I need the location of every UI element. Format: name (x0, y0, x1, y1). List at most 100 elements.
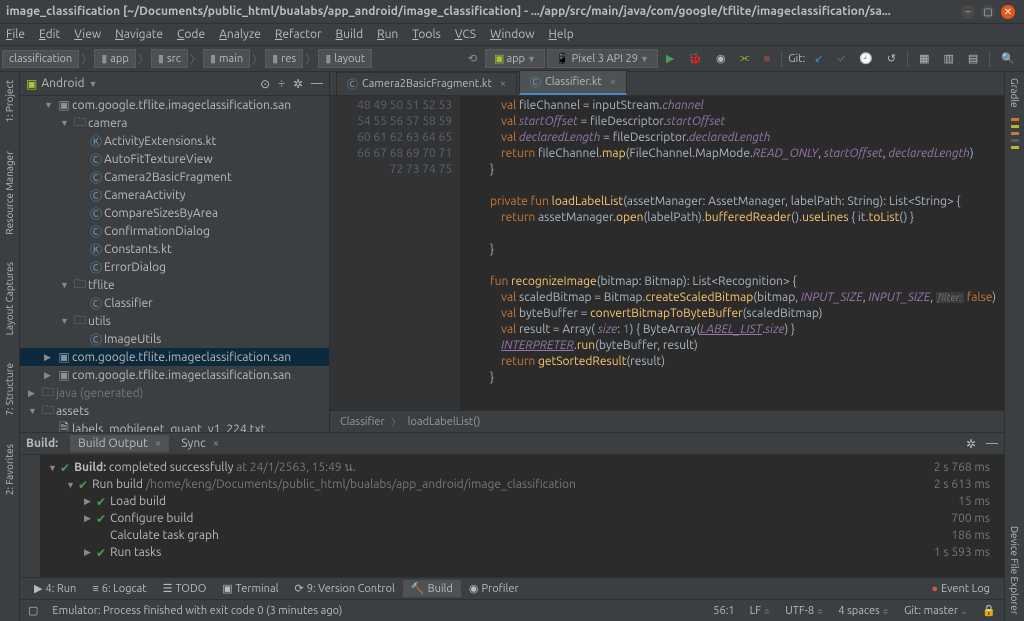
tree-item[interactable]: ▼▣ com.google.tflite.imageclassification… (20, 96, 329, 114)
menu-code[interactable]: Code (177, 28, 205, 41)
tab-sync[interactable]: Sync × (173, 435, 227, 452)
menu-tools[interactable]: Tools (412, 28, 441, 41)
device-selector[interactable]: 📱 Pixel 3 API 29 ▼ (547, 49, 658, 68)
tool-tab-profiler[interactable]: ◉Profiler (461, 580, 527, 597)
tree-item[interactable]: Ⓒ ImageUtils (20, 330, 329, 348)
tab-device-file-explorer[interactable]: Device File Explorer (1008, 520, 1021, 621)
search-button[interactable]: 🔍 (995, 49, 1021, 68)
tree-item[interactable]: ▶🗀 java (generated) (20, 384, 329, 402)
statusbar-sidebar-toggle[interactable]: ▢ (28, 604, 38, 617)
build-row[interactable]: ▼✔Build: completed successfully at 24/1/… (40, 459, 1004, 476)
lock-icon[interactable]: 🔒 (982, 604, 996, 617)
tree-item[interactable]: ▼🗀 tflite (20, 276, 329, 294)
build-row[interactable]: ▶✔Run tasks1 s 593 ms (40, 544, 1004, 561)
breadcrumb-class[interactable]: Classifier (340, 416, 385, 428)
tree-item[interactable]: ▶▣ com.google.tflite.imageclassification… (20, 348, 329, 366)
menu-run[interactable]: Run (377, 28, 398, 41)
menu-file[interactable]: File (6, 28, 25, 41)
tree-item[interactable]: ▼🗀 camera (20, 114, 329, 132)
cursor-position[interactable]: 56:1 (713, 605, 735, 617)
minimize-button[interactable]: – (961, 5, 975, 19)
sdk-button[interactable]: ▥ (937, 49, 959, 68)
tree-item[interactable]: Ⓒ CompareSizesByArea (20, 204, 329, 222)
run-config-module[interactable]: ▣ app ▼ (485, 49, 545, 68)
tab-resource-manager[interactable]: Resource Manager (3, 147, 16, 239)
tree-item[interactable]: Ⓒ ConfirmationDialog (20, 222, 329, 240)
git-revert-button[interactable]: ↺ (881, 49, 902, 68)
tool-tab-build[interactable]: 🔨Build (403, 580, 461, 597)
file-encoding[interactable]: UTF-8 ≑ (785, 605, 824, 617)
tab-1-project[interactable]: 1: Project (3, 76, 16, 127)
stop-button[interactable]: ■ (758, 50, 777, 68)
tool-tab-terminal[interactable]: ▣Terminal (214, 580, 286, 597)
menu-view[interactable]: View (74, 28, 101, 41)
tab-7-structure[interactable]: 7: Structure (3, 359, 16, 420)
build-row[interactable]: ▼✔Run build /home/keng/Documents/public_… (40, 476, 1004, 493)
select-opened-file-button[interactable]: ⊙ (260, 77, 270, 91)
avd-button[interactable]: ▦ (913, 49, 935, 68)
breadcrumb-res[interactable]: ▮ res (265, 49, 303, 68)
event-log-button[interactable]: ● Event Log (923, 581, 998, 597)
tool-tab--run[interactable]: ▶4: Run (26, 580, 84, 597)
tree-item[interactable]: Ⓒ CameraActivity (20, 186, 329, 204)
settings-icon[interactable]: ✲ (293, 77, 303, 91)
hide-panel-button[interactable]: — (986, 437, 998, 450)
build-row[interactable]: ▶✔Load build15 ms (40, 493, 1004, 510)
profile-button[interactable]: ◉ (710, 49, 732, 68)
debug-button[interactable]: 🐞 (682, 49, 708, 68)
run-button[interactable]: ▶ (660, 49, 680, 68)
attach-button[interactable]: ⫘ (734, 49, 756, 68)
project-view-mode[interactable]: Android (41, 77, 84, 90)
tree-item[interactable]: ▶▣ com.google.tflite.imageclassification… (20, 366, 329, 384)
line-separator[interactable]: LF ≑ (750, 605, 772, 617)
editor-breadcrumbs[interactable]: Classifier 〉 loadLabelList() (330, 410, 1004, 432)
hide-panel-button[interactable]: — (311, 77, 323, 90)
git-history-button[interactable]: 🕘 (853, 49, 879, 68)
tab-gradle[interactable]: Gradle (1008, 72, 1021, 114)
menu-refactor[interactable]: Refactor (275, 28, 322, 41)
tree-item[interactable]: Ⓒ ErrorDialog (20, 258, 329, 276)
tool-tab--logcat[interactable]: ≡6: Logcat (84, 581, 154, 597)
menu-vcs[interactable]: VCS (455, 28, 476, 41)
tab-layout-captures[interactable]: Layout Captures (3, 258, 16, 339)
menu-analyze[interactable]: Analyze (219, 28, 261, 41)
settings-icon[interactable]: ✲ (966, 437, 976, 451)
menu-help[interactable]: Help (549, 28, 574, 41)
breadcrumb-layout[interactable]: ▮ layout (318, 49, 372, 68)
project-tree[interactable]: ▼▣ com.google.tflite.imageclassification… (20, 96, 329, 432)
tree-item[interactable]: Ⓒ Camera2BasicFragment (20, 168, 329, 186)
build-row[interactable]: Calculate task graph186 ms (40, 527, 1004, 544)
sync-button[interactable]: ⟲ (462, 49, 483, 68)
tree-item[interactable]: Ⓒ AutoFitTextureView (20, 150, 329, 168)
code-editor[interactable]: 48 49 50 51 52 53 54 55 56 57 58 59 60 6… (330, 96, 1004, 410)
menu-window[interactable]: Window (490, 28, 534, 41)
tree-item[interactable]: Ⓚ ActivityExtensions.kt (20, 132, 329, 150)
editor-tab-classifier-kt[interactable]: Ⓒ Classifier.kt × (519, 70, 627, 95)
tree-item[interactable]: Ⓚ Constants.kt (20, 240, 329, 258)
breadcrumb-app[interactable]: ▮ app (94, 49, 136, 68)
indent-setting[interactable]: 4 spaces ≑ (838, 605, 890, 617)
maximize-button[interactable]: ▢ (981, 5, 995, 19)
build-row[interactable]: ▶✔Configure build700 ms (40, 510, 1004, 527)
tree-item[interactable]: Ⓒ Classifier (20, 294, 329, 312)
breadcrumb-main[interactable]: ▮ main (203, 49, 250, 68)
git-commit-button[interactable]: ✓ (831, 50, 851, 68)
layout-inspector-button[interactable]: ▤ (962, 49, 984, 68)
tool-tab-todo[interactable]: ☰TODO (155, 580, 215, 597)
close-button[interactable]: ✕ (1001, 5, 1015, 19)
menu-edit[interactable]: Edit (39, 28, 60, 41)
code-body[interactable]: val fileChannel = inputStream.channel va… (460, 96, 1004, 410)
tab-2-favorites[interactable]: 2: Favorites (3, 440, 16, 499)
tree-item[interactable]: ▼🗀 assets (20, 402, 329, 420)
breadcrumb-function[interactable]: loadLabelList() (408, 416, 481, 428)
menu-build[interactable]: Build (336, 28, 364, 41)
tab-build-output[interactable]: Build Output × (70, 435, 169, 452)
git-update-button[interactable]: ↙ (808, 49, 829, 68)
tree-item[interactable]: 🗎 labels_mobilenet_quant_v1_224.txt (20, 420, 329, 432)
breadcrumb-classification[interactable]: classification (2, 50, 79, 68)
breadcrumb-src[interactable]: ▮ src (151, 49, 188, 68)
git-branch[interactable]: Git: master ⌄ (904, 605, 968, 617)
menu-navigate[interactable]: Navigate (115, 28, 163, 41)
tool-tab--version-control[interactable]: ⟳9: Version Control (286, 580, 402, 597)
build-tree[interactable]: ▼✔Build: completed successfully at 24/1/… (40, 455, 1004, 577)
